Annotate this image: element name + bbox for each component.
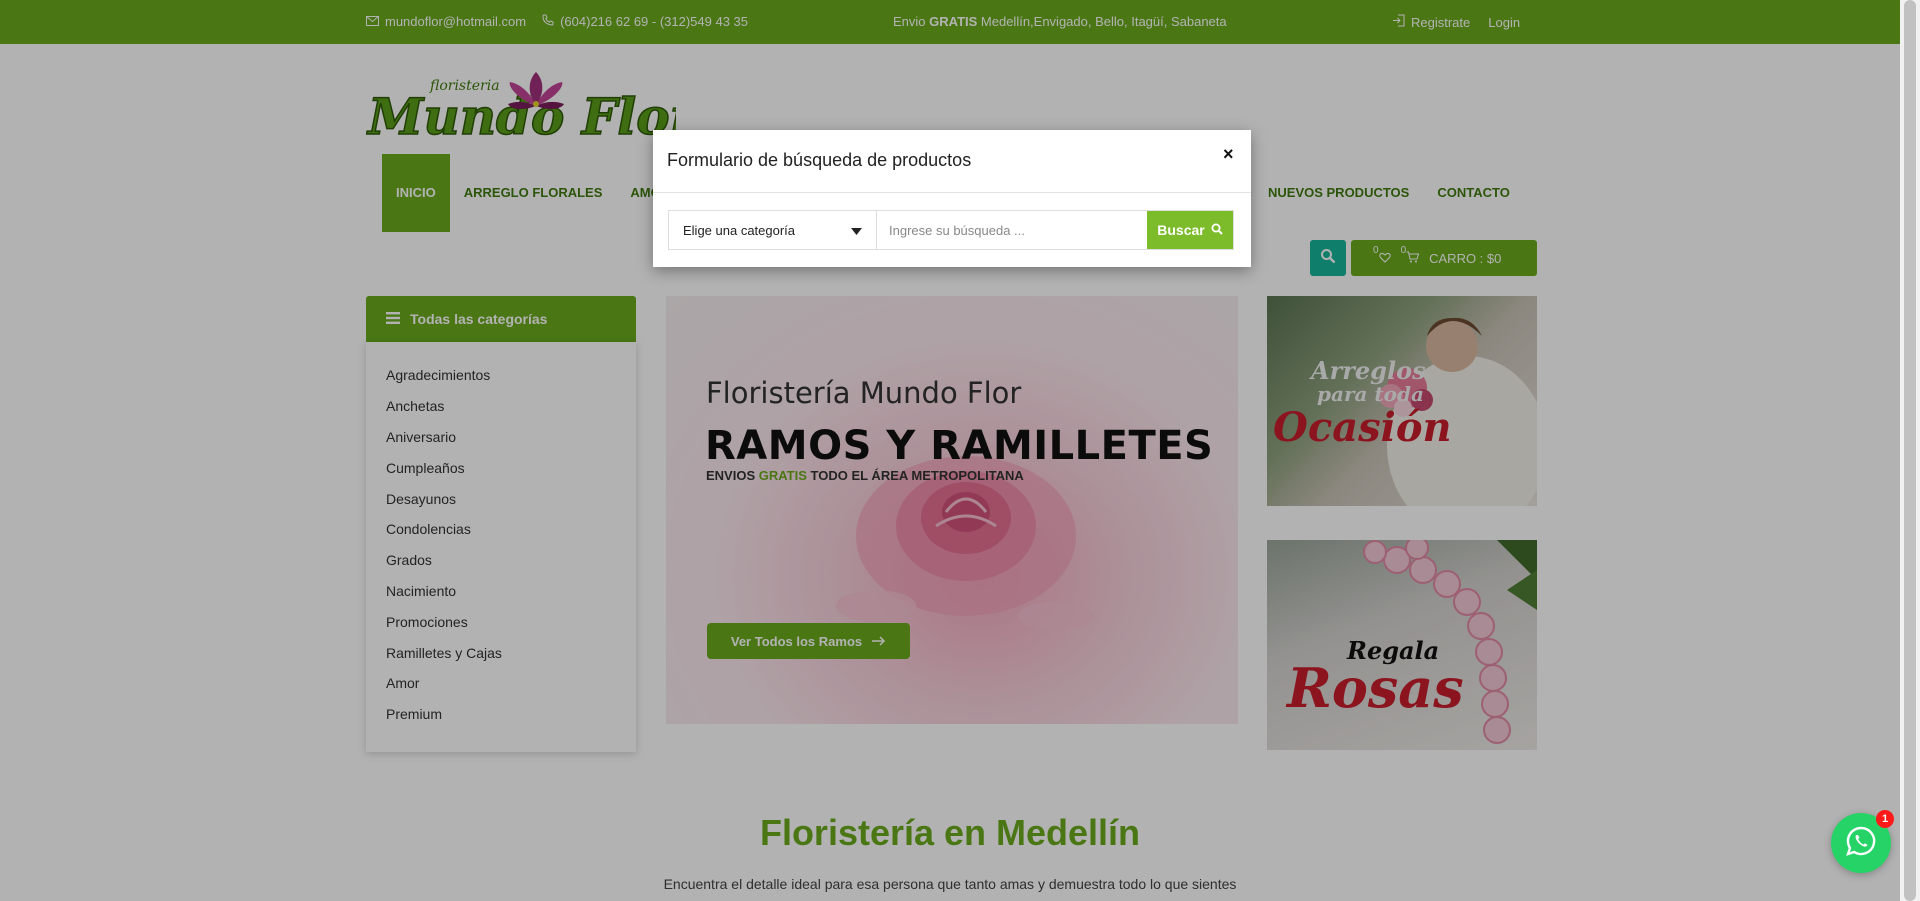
category-select-value: Elige una categoría: [683, 222, 796, 238]
search-form: Elige una categoría Buscar: [668, 210, 1234, 250]
whatsapp-badge: 1: [1876, 810, 1894, 828]
search-input[interactable]: [877, 211, 1147, 249]
whatsapp-icon: [1845, 825, 1877, 862]
product-search-modal: Formulario de búsqueda de productos × El…: [653, 130, 1251, 267]
search-submit-button[interactable]: Buscar: [1147, 211, 1233, 249]
caret-down-icon: [851, 223, 862, 238]
modal-title: Formulario de búsqueda de productos: [667, 150, 972, 170]
page-scrollbar[interactable]: [1900, 0, 1920, 901]
scrollbar-thumb[interactable]: [1904, 0, 1916, 901]
modal-divider: [653, 192, 1251, 193]
search-icon: [1211, 222, 1223, 238]
category-select[interactable]: Elige una categoría: [669, 211, 877, 249]
close-icon[interactable]: ×: [1223, 144, 1234, 165]
page: mundoflor@hotmail.com (604)216 62 69 - (…: [0, 0, 1900, 901]
search-submit-label: Buscar: [1157, 222, 1205, 238]
